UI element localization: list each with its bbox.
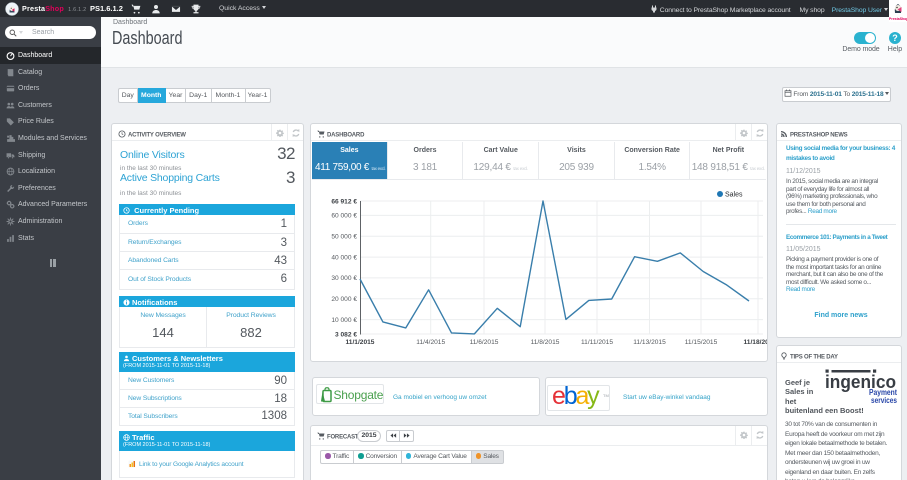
svg-text:11/8/2015: 11/8/2015: [531, 339, 560, 346]
svg-text:40 000 €: 40 000 €: [331, 254, 357, 261]
svg-text:3 082 €: 3 082 €: [335, 331, 357, 338]
svg-text:66 912 €: 66 912 €: [331, 198, 357, 205]
svg-text:10 000 €: 10 000 €: [331, 317, 357, 324]
svg-text:11/6/2015: 11/6/2015: [470, 339, 499, 346]
svg-text:11/11/2015: 11/11/2015: [581, 339, 613, 346]
svg-text:11/4/2015: 11/4/2015: [416, 339, 445, 346]
svg-text:30 000 €: 30 000 €: [331, 275, 357, 282]
svg-text:11/1/2015: 11/1/2015: [346, 339, 375, 346]
svg-text:50 000 €: 50 000 €: [331, 234, 357, 241]
svg-text:60 000 €: 60 000 €: [331, 213, 357, 220]
svg-text:services: services: [871, 396, 897, 405]
svg-text:11/15/2015: 11/15/2015: [685, 339, 718, 346]
svg-text:20 000 €: 20 000 €: [331, 296, 357, 303]
svg-text:11/18/201: 11/18/201: [744, 339, 767, 346]
svg-text:11/13/2015: 11/13/2015: [633, 339, 666, 346]
svg-text:Sales: Sales: [725, 192, 743, 199]
